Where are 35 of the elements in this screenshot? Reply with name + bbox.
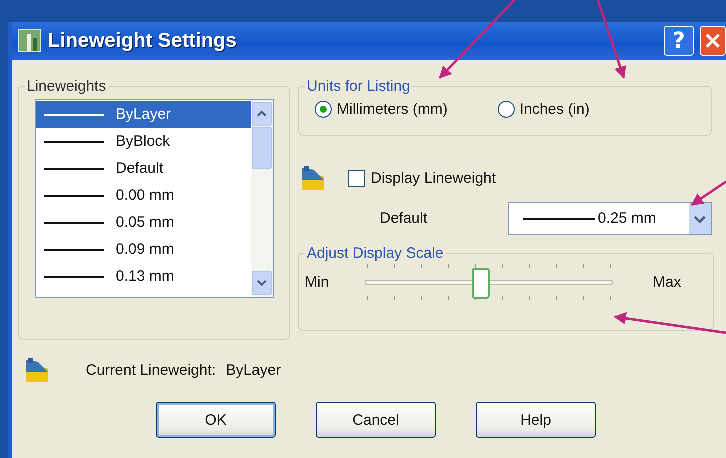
scroll-down-button[interactable] bbox=[252, 271, 272, 295]
dialog-button[interactable]: OK bbox=[156, 402, 276, 438]
list-item[interactable]: 0.05 mm bbox=[36, 209, 251, 236]
max-label: Max bbox=[653, 274, 682, 290]
radio-option[interactable]: Inches (in) bbox=[498, 101, 590, 118]
close-button[interactable] bbox=[700, 26, 726, 56]
window-title: Lineweight Settings bbox=[48, 30, 237, 52]
display-icon bbox=[300, 164, 326, 192]
current-lineweight-value: ByLayer bbox=[226, 362, 282, 378]
min-label: Min bbox=[305, 274, 330, 290]
default-dropdown[interactable]: 0.25 mm bbox=[508, 202, 712, 235]
help-button[interactable]: ? bbox=[664, 26, 694, 56]
dialog-button[interactable]: Help bbox=[476, 402, 596, 438]
display-lineweight-checkbox[interactable]: Display Lineweight bbox=[348, 170, 496, 186]
current-lineweight-label: Current Lineweight: bbox=[86, 362, 216, 378]
list-item[interactable]: ByLayer bbox=[36, 101, 251, 128]
list-item[interactable]: 0.13 mm bbox=[36, 263, 251, 290]
list-item[interactable]: Default bbox=[36, 155, 251, 182]
list-item[interactable]: 0.00 mm bbox=[36, 182, 251, 209]
radio-option[interactable]: Millimeters (mm) bbox=[315, 101, 448, 118]
scale-slider[interactable] bbox=[365, 264, 613, 300]
list-item[interactable]: ByBlock bbox=[36, 128, 251, 155]
annotation-arrow bbox=[690, 180, 726, 206]
lineweight-icon bbox=[24, 356, 50, 384]
dialog-button[interactable]: Cancel bbox=[316, 402, 436, 438]
lineweights-list[interactable]: ByLayer ByBlock Default 0.00 mm 0.05 mm 0.09 mm 0.13 mm bbox=[35, 99, 274, 298]
scroll-thumb[interactable] bbox=[252, 127, 272, 169]
scroll-up-button[interactable] bbox=[252, 102, 272, 126]
group-label: Adjust Display Scale bbox=[306, 245, 445, 262]
close-icon bbox=[705, 33, 721, 49]
group-label: Lineweights bbox=[26, 78, 108, 95]
list-item[interactable]: 0.09 mm bbox=[36, 236, 251, 263]
group-label: Units for Listing bbox=[306, 78, 412, 95]
default-label: Default bbox=[380, 210, 429, 227]
app-icon bbox=[18, 29, 42, 53]
